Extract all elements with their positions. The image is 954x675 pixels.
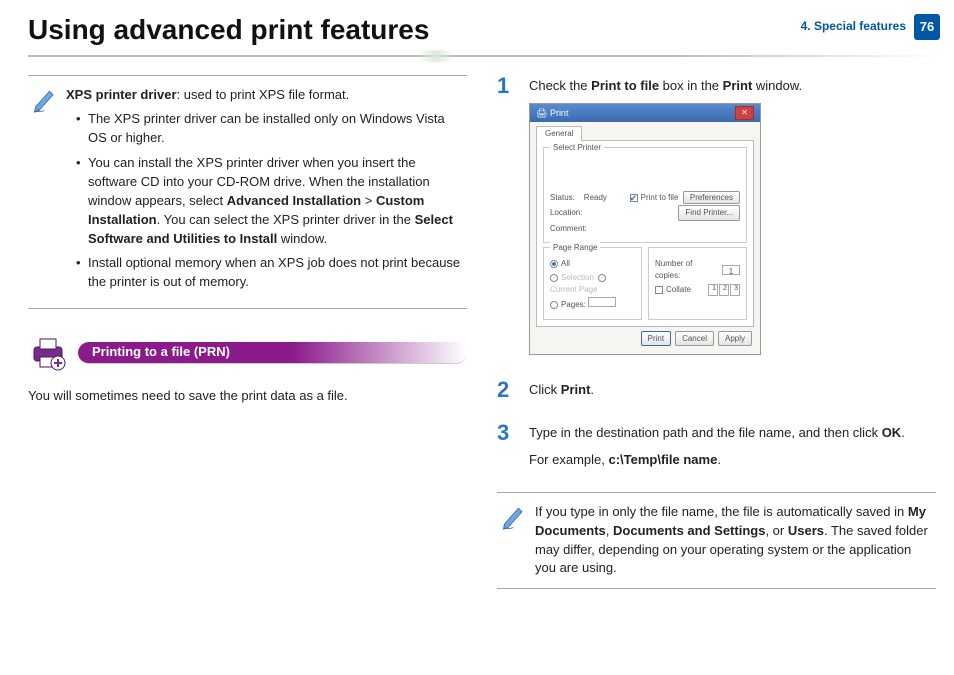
- header-right: 4. Special features 76: [801, 14, 940, 40]
- collate-icon: 123: [708, 284, 740, 296]
- step-number: 1: [497, 75, 515, 366]
- section-title-bar: Printing to a file (PRN): [78, 342, 467, 364]
- radio-current: [598, 274, 606, 282]
- note-bullet: The XPS printer driver can be installed …: [76, 110, 463, 148]
- section-label: 4. Special features: [801, 18, 906, 35]
- print-button: Print: [641, 331, 671, 347]
- step-number: 3: [497, 422, 515, 478]
- right-column: 1 Check the Print to file box in the Pri…: [497, 75, 936, 614]
- section-body-text: You will sometimes need to save the prin…: [28, 387, 467, 406]
- radio-all: [550, 260, 558, 268]
- step-example: For example, c:\Temp\file name.: [529, 451, 936, 470]
- group-select-printer: Select Printer: [550, 142, 604, 154]
- step-text: Click Print.: [529, 381, 936, 400]
- step-text: Type in the destination path and the fil…: [529, 424, 936, 443]
- printer-icon: [28, 333, 68, 373]
- print-dialog-screenshot: 🖨 Print ✕ General Select Printer Status:…: [529, 103, 761, 355]
- step-1: 1 Check the Print to file box in the Pri…: [497, 75, 936, 366]
- note-bullet: You can install the XPS printer driver w…: [76, 154, 463, 248]
- group-page-range: Page Range: [550, 242, 600, 254]
- step-3: 3 Type in the destination path and the f…: [497, 422, 936, 478]
- left-column: XPS printer driver: used to print XPS fi…: [28, 75, 467, 614]
- note-icon: [32, 86, 60, 298]
- page-number-badge: 76: [914, 14, 940, 40]
- radio-pages: [550, 301, 558, 309]
- dialog-title: 🖨 Print: [536, 107, 568, 120]
- note-bullet: Install optional memory when an XPS job …: [76, 254, 463, 292]
- dialog-tab-general: General: [536, 126, 582, 141]
- cancel-button: Cancel: [675, 331, 714, 347]
- collate-checkbox: [655, 286, 663, 294]
- apply-button: Apply: [718, 331, 752, 347]
- note-lead: XPS printer driver: used to print XPS fi…: [66, 86, 463, 105]
- title-rule: [28, 55, 940, 57]
- note-box-xps: XPS printer driver: used to print XPS fi…: [28, 75, 467, 309]
- section-heading: Printing to a file (PRN): [28, 333, 467, 373]
- find-printer-button: Find Printer...: [678, 205, 740, 221]
- preferences-button: Preferences: [683, 191, 740, 204]
- radio-selection: [550, 274, 558, 282]
- note-box-filename: If you type in only the file name, the f…: [497, 492, 936, 589]
- print-to-file-checkbox: [630, 194, 638, 202]
- step-text: Check the Print to file box in the Print…: [529, 77, 936, 96]
- step-2: 2 Click Print.: [497, 379, 936, 408]
- close-icon: ✕: [735, 106, 754, 120]
- note-text: If you type in only the file name, the f…: [535, 503, 932, 578]
- step-number: 2: [497, 379, 515, 408]
- note-icon: [501, 503, 529, 578]
